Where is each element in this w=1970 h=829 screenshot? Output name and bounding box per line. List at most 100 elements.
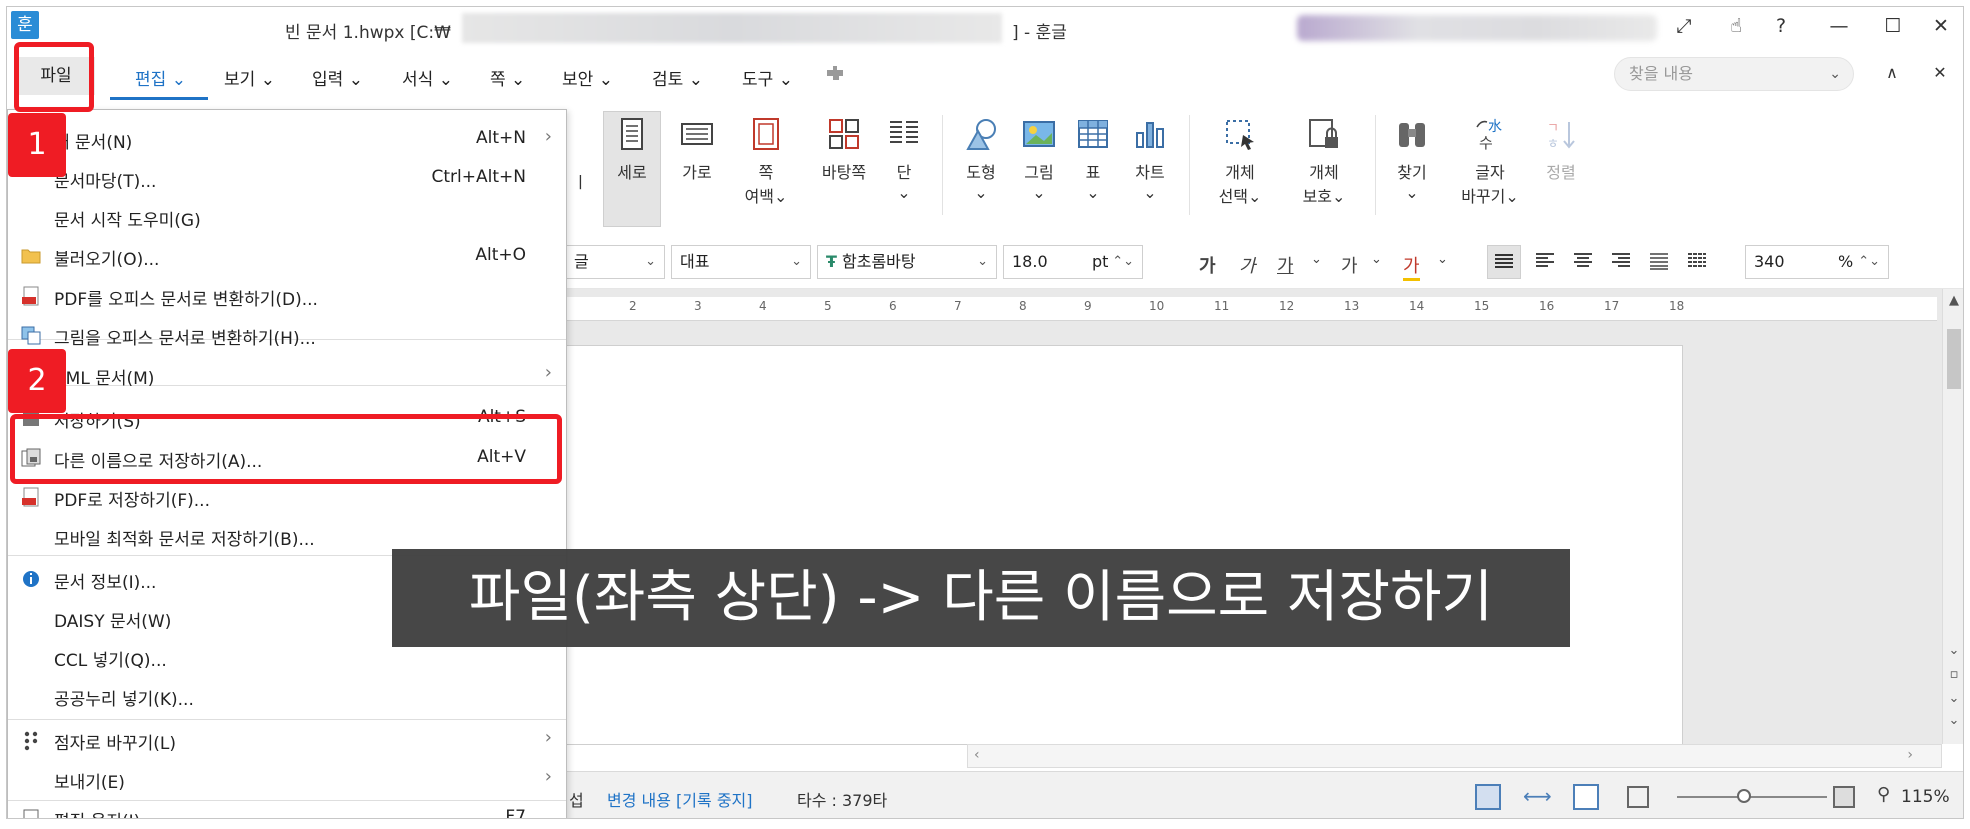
distribute-button[interactable] — [1643, 245, 1677, 279]
prev-page-icon[interactable]: ⌄ — [1945, 643, 1963, 658]
scroll-up-icon[interactable]: ▲ — [1945, 293, 1963, 308]
landscape-icon — [680, 117, 714, 151]
file-menu-item[interactable]: 새 문서(N) Alt+N › — [8, 119, 566, 158]
file-menu-item[interactable]: 공공누리 넣기(K)... — [8, 676, 566, 715]
ruler-tick-label: 9 — [1084, 299, 1092, 313]
align-justify-button[interactable] — [1487, 245, 1521, 279]
file-menu-item-label: CCL 넣기(Q)... — [54, 651, 167, 671]
bold-button[interactable]: 가 — [1199, 252, 1216, 278]
menu-review[interactable]: 검토 ⌄ — [652, 65, 703, 90]
align-left-button[interactable] — [1529, 245, 1563, 279]
menu-security[interactable]: 보안 ⌄ — [562, 65, 613, 90]
chart-button[interactable]: 차트 ⌄ — [1121, 117, 1179, 202]
zoom-slider-track[interactable] — [1677, 796, 1827, 798]
protect-object-button[interactable]: 개체 보호⌄ — [1291, 117, 1357, 207]
fit-width-icon[interactable]: ⟷ — [1523, 784, 1552, 808]
zoom-full-icon[interactable] — [1833, 786, 1855, 808]
zoom-magnifier-icon[interactable]: ⚲ — [1877, 784, 1890, 805]
chevron-down-icon[interactable]: ⌄ — [1829, 58, 1841, 90]
collapse-ribbon-icon[interactable]: ∧ — [1877, 63, 1907, 82]
ribbon-partial-label: ㅣ — [573, 173, 588, 192]
picture-button[interactable]: 그림 ⌄ — [1010, 117, 1068, 202]
landscape-button[interactable]: 가로 — [668, 117, 726, 183]
file-menu-item[interactable]: 불러오기(O)... Alt+O — [8, 236, 566, 275]
file-menu-shortcut: Alt+O — [475, 245, 526, 265]
minimize-icon[interactable]: — — [1824, 15, 1854, 37]
ruler-tick-label: 7 — [954, 299, 962, 313]
font-select[interactable]: Ŧ 함초롬바탕 ⌄ — [817, 245, 997, 279]
zoom-level[interactable]: 115% — [1901, 787, 1950, 807]
page-margin-button[interactable]: 쪽 여백⌄ — [737, 117, 795, 207]
font-color-button[interactable]: 가 — [1403, 252, 1420, 281]
style-select[interactable]: 글 ⌄ — [565, 245, 665, 279]
full-page-icon[interactable] — [1573, 784, 1599, 810]
columns-button[interactable]: 단 ⌄ — [875, 117, 933, 202]
language-select[interactable]: 대표 ⌄ — [671, 245, 811, 279]
shape-button[interactable]: 도형 ⌄ — [952, 117, 1010, 202]
app-window: 훈 빈 문서 1.hwpx [C:₩ ] - 훈글 ⤢ ☝ ? — ☐ ✕ 파일… — [6, 6, 1964, 819]
scroll-thumb[interactable] — [1947, 329, 1961, 389]
replace-button[interactable]: 水수 글자 바꾸기⌄ — [1454, 117, 1526, 207]
app-logo[interactable]: 훈 — [11, 11, 39, 39]
track-changes-status[interactable]: 변경 내용 [기록 중지] — [607, 787, 753, 811]
zoom-input[interactable]: 340% ⌃⌄ — [1745, 245, 1889, 279]
chevron-down-icon[interactable]: ⌄ — [1371, 252, 1382, 267]
file-menu-item[interactable]: 문서 시작 도우미(G) — [8, 197, 566, 236]
help-icon[interactable]: ? — [1766, 15, 1796, 37]
file-menu-item-label: DAISY 문서(W) — [54, 612, 172, 632]
file-menu-item[interactable]: 점자로 바꾸기(L) › — [8, 720, 566, 759]
scroll-down-icon[interactable]: ⌄ — [1945, 713, 1963, 728]
file-menu-item[interactable]: 그림을 오피스 문서로 변환하기(H)... — [8, 315, 566, 354]
find-button[interactable]: 찾기 ⌄ — [1383, 117, 1441, 202]
file-menu-item[interactable]: XML 문서(M) › — [8, 355, 566, 394]
vertical-scrollbar[interactable]: ▲ ⌄ ▫ ⌄ ⌄ — [1942, 289, 1963, 744]
chevron-down-icon[interactable]: ⌄ — [1311, 252, 1322, 267]
close-icon[interactable]: ✕ — [1926, 15, 1956, 37]
menu-view[interactable]: 보기 ⌄ — [224, 65, 275, 90]
font-size-input[interactable]: 18.0 pt ⌃⌄ — [1003, 245, 1143, 279]
table-button[interactable]: 표 ⌄ — [1064, 117, 1122, 202]
puzzle-icon[interactable] — [822, 61, 848, 87]
italic-button[interactable]: 가 — [1239, 252, 1256, 278]
chevron-down-icon[interactable]: ⌄ — [1437, 252, 1448, 267]
file-menu-item[interactable]: 문서마당(T)... Ctrl+Alt+N — [8, 158, 566, 197]
ruler-tick-label: 17 — [1604, 299, 1620, 313]
stepper-icon[interactable]: ⌃⌄ — [1112, 246, 1134, 278]
split-distribute-button[interactable] — [1681, 245, 1715, 279]
touch-mode-icon[interactable]: ☝ — [1721, 15, 1751, 37]
next-page-icon[interactable]: ⌄ — [1945, 691, 1963, 706]
horizontal-scrollbar[interactable]: ‹ › — [967, 744, 1942, 768]
zoom-slider-knob[interactable] — [1737, 789, 1751, 803]
scroll-right-icon[interactable]: › — [1907, 747, 1913, 763]
menu-insert[interactable]: 입력 ⌄ — [312, 65, 363, 90]
align-center-button[interactable] — [1567, 245, 1601, 279]
search-input[interactable]: 찾을 내용 ⌄ — [1614, 57, 1854, 91]
active-menu-underline — [110, 97, 208, 100]
menu-page[interactable]: 쪽 ⌄ — [490, 65, 525, 90]
page-mode-icon[interactable]: ▫ — [1945, 667, 1963, 682]
strike-button[interactable]: 가 — [1341, 252, 1358, 278]
align-right-button[interactable] — [1605, 245, 1639, 279]
portrait-button[interactable]: 세로 — [603, 117, 661, 183]
file-menu-item[interactable]: PDF를 오피스 문서로 변환하기(D)... — [8, 276, 566, 315]
select-object-button[interactable]: 개체 선택⌄ — [1207, 117, 1273, 207]
align-right-icon — [1612, 253, 1630, 267]
master-page-button[interactable]: 바탕쪽 — [811, 117, 877, 183]
stepper-icon[interactable]: ⌃⌄ — [1858, 246, 1880, 278]
maximize-icon[interactable]: ☐ — [1878, 15, 1908, 37]
fullscreen-icon[interactable]: ⤢ — [1669, 15, 1699, 37]
close-document-icon[interactable]: ✕ — [1925, 63, 1955, 82]
menu-tools[interactable]: 도구 ⌄ — [742, 65, 793, 90]
sort-button[interactable]: ㄱㅎ 정렬 — [1532, 117, 1590, 183]
braille-icon — [20, 729, 42, 751]
menu-edit[interactable]: 편집 ⌄ — [135, 65, 186, 90]
file-menu-item[interactable]: 편집 용지(J)... F7 — [8, 798, 566, 818]
file-menu-item[interactable]: 보내기(E) › — [8, 759, 566, 798]
page-view-icon[interactable] — [1475, 784, 1501, 810]
scroll-left-icon[interactable]: ‹ — [974, 747, 980, 763]
zoom-fit-icon[interactable] — [1627, 786, 1649, 808]
underline-button[interactable]: 가 — [1277, 252, 1294, 278]
chevron-down-icon: ⌄ — [598, 70, 613, 90]
menu-format[interactable]: 서식 ⌄ — [402, 65, 453, 90]
svg-text:ㄱ: ㄱ — [1547, 121, 1559, 136]
